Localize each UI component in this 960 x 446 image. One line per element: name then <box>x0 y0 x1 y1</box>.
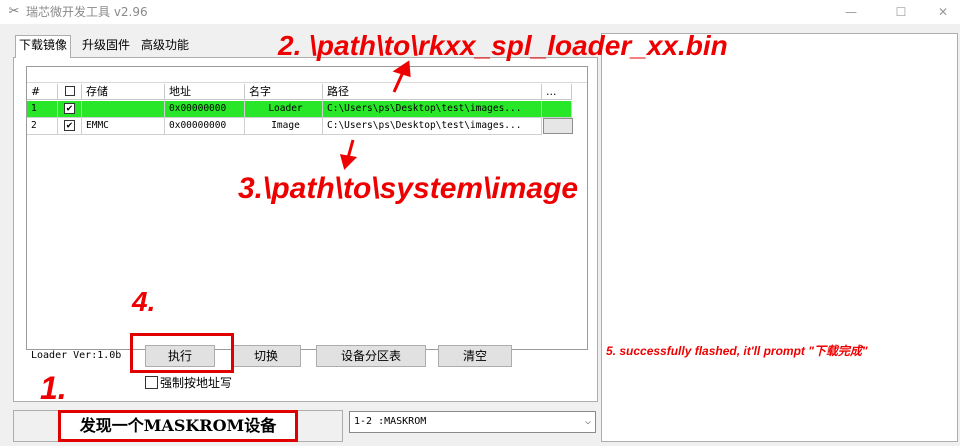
annotation-arrows <box>339 60 411 170</box>
arrow-to-image-path <box>346 139 355 159</box>
arrow-head-up-icon <box>392 60 411 78</box>
arrow-head-down-icon <box>339 154 358 170</box>
